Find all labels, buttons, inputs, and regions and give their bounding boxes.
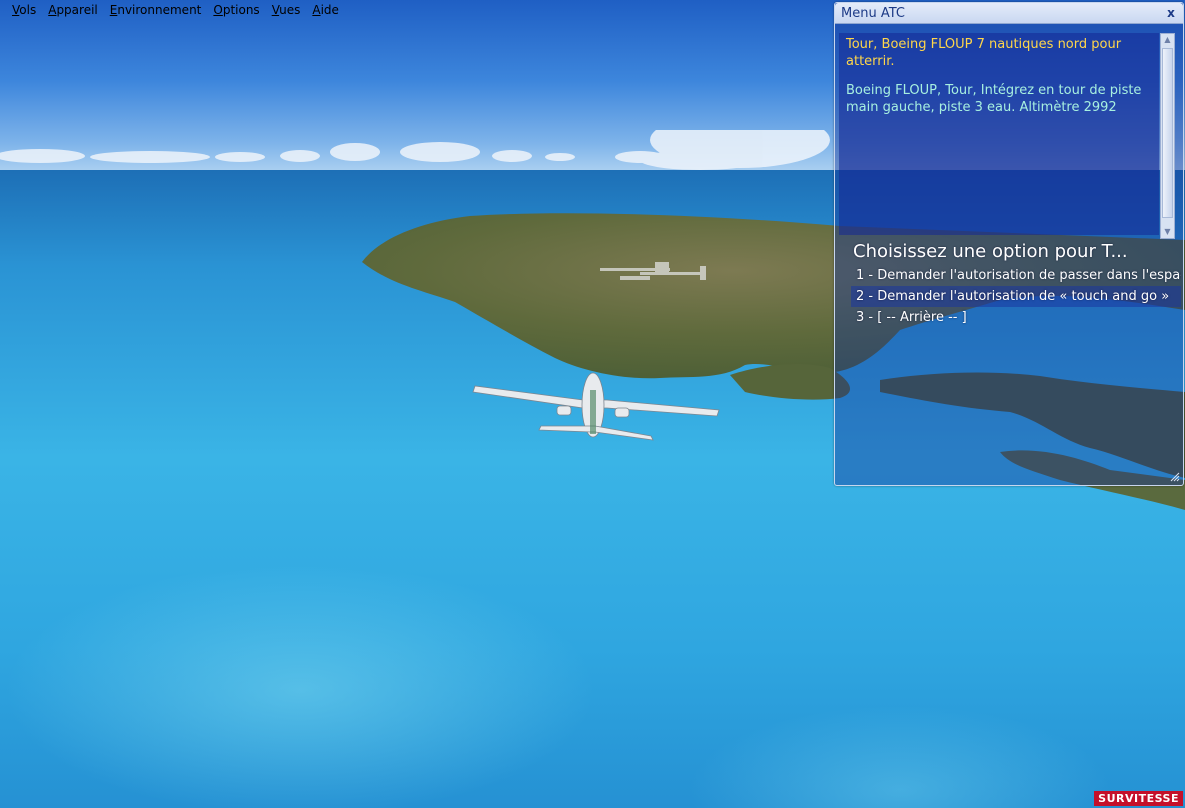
menu-options-mnemonic: O [213, 3, 223, 17]
menu-vues-mnemonic: V [271, 3, 280, 17]
menu-aide[interactable]: Aide [306, 0, 345, 20]
menu-options[interactable]: Options [207, 0, 265, 20]
menu-aide-label: ide [320, 3, 339, 17]
close-icon[interactable]: x [1164, 6, 1178, 20]
menu-vues-label: ues [279, 3, 301, 17]
menu-vues[interactable]: Vues [266, 0, 307, 20]
message-scrollbar[interactable]: ▲ ▼ [1160, 33, 1175, 239]
tower-message: Boeing FLOUP, Tour, Intégrez en tour de … [846, 83, 1142, 115]
menu-appareil-label: ppareil [56, 3, 98, 17]
atc-message-log: Tour, Boeing FLOUP 7 nautiques nord pour… [839, 33, 1159, 235]
menu-options-label: ptions [222, 3, 260, 17]
menu-vols-label: ols [19, 3, 37, 17]
resize-grip-icon[interactable] [1170, 472, 1180, 482]
scrollbar-thumb[interactable] [1162, 48, 1173, 218]
atc-option-touch-and-go[interactable]: 2 - Demander l'autorisation de « touch a… [851, 286, 1181, 307]
atc-option-back[interactable]: 3 - [ -- Arrière -- ] [851, 307, 1181, 328]
pilot-message: Tour, Boeing FLOUP 7 nautiques nord pour… [846, 37, 1122, 69]
scroll-up-arrow-icon[interactable]: ▲ [1161, 34, 1174, 46]
watermark-logo: SURVITESSE [1094, 791, 1183, 806]
atc-title-bar[interactable]: Menu ATC x [835, 3, 1183, 24]
menu-environnement[interactable]: Environnement [104, 0, 208, 20]
atc-window-title: Menu ATC [841, 6, 905, 21]
aircraft-boeing [472, 372, 720, 441]
atc-menu-window: Menu ATC x Tour, Boeing FLOUP 7 nautique… [834, 2, 1184, 486]
scroll-down-arrow-icon[interactable]: ▼ [1161, 226, 1174, 238]
menu-appareil[interactable]: Appareil [42, 0, 104, 20]
main-menubar: Vols Appareil Environnement Options Vues… [0, 0, 345, 20]
atc-option-prompt: Choisissez une option pour T... [853, 241, 1128, 262]
menu-vols[interactable]: Vols [6, 0, 42, 20]
atc-options-list: 1 - Demander l'autorisation de passer da… [851, 265, 1181, 328]
menu-aide-mnemonic: A [312, 3, 321, 17]
menu-environnement-label: nvironnement [117, 3, 202, 17]
atc-option-airspace[interactable]: 1 - Demander l'autorisation de passer da… [851, 265, 1181, 286]
